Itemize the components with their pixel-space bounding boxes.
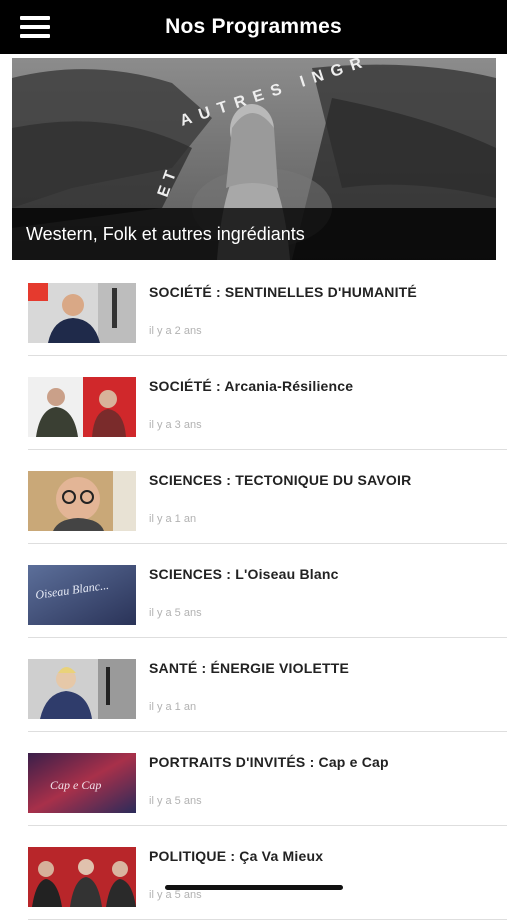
program-thumbnail (28, 659, 136, 719)
program-time: il y a 1 an (149, 513, 197, 525)
featured-program-banner[interactable]: AUTRES INGR ET Western, Folk et autres i… (12, 58, 496, 260)
program-title: SOCIÉTÉ : Arcania-Résilience (149, 378, 354, 394)
program-time: il y a 5 ans (149, 607, 202, 619)
banner-caption-bar: Western, Folk et autres ingrédiants (12, 208, 496, 260)
program-time: il y a 5 ans (149, 795, 202, 807)
program-time: il y a 1 an (149, 701, 197, 713)
program-time: il y a 3 ans (149, 419, 202, 431)
thumbnail-text: Cap e Cap (50, 778, 101, 792)
program-title: SCIENCES : TECTONIQUE DU SAVOIR (149, 472, 412, 488)
program-time: il y a 2 ans (149, 325, 202, 337)
program-row[interactable]: SOCIÉTÉ : Arcania-Résilience il y a 3 an… (28, 356, 507, 450)
program-row[interactable]: SOCIÉTÉ : SENTINELLES D'HUMANITÉ il y a … (28, 262, 507, 356)
program-thumbnail (28, 471, 136, 531)
program-time: il y a 5 ans (149, 889, 202, 901)
program-row[interactable]: POLITIQUE : Ça Va Mieux il y a 5 ans (28, 826, 507, 920)
program-title: POLITIQUE : Ça Va Mieux (149, 848, 324, 864)
program-list: SOCIÉTÉ : SENTINELLES D'HUMANITÉ il y a … (0, 262, 507, 920)
home-indicator[interactable] (165, 885, 343, 890)
program-row[interactable]: Oiseau Blanc... SCIENCES : L'Oiseau Blan… (28, 544, 507, 638)
top-app-bar: Nos Programmes (0, 0, 507, 54)
page-title: Nos Programmes (165, 15, 342, 38)
hamburger-menu-icon[interactable] (20, 16, 50, 38)
banner-caption: Western, Folk et autres ingrédiants (26, 223, 305, 244)
program-row[interactable]: SANTÉ : ÉNERGIE VIOLETTE il y a 1 an (28, 638, 507, 732)
program-title: PORTRAITS D'INVITÉS : Cap e Cap (149, 754, 389, 770)
program-thumbnail (28, 283, 136, 343)
program-thumbnail (28, 847, 136, 907)
program-thumbnail: Cap e Cap (28, 753, 136, 813)
program-thumbnail (28, 377, 136, 437)
program-title: SANTÉ : ÉNERGIE VIOLETTE (149, 660, 350, 676)
program-thumbnail: Oiseau Blanc... (28, 565, 136, 625)
program-title: SCIENCES : L'Oiseau Blanc (149, 566, 339, 582)
program-row[interactable]: SCIENCES : TECTONIQUE DU SAVOIR il y a 1… (28, 450, 507, 544)
program-row[interactable]: Cap e Cap PORTRAITS D'INVITÉS : Cap e Ca… (28, 732, 507, 826)
program-title: SOCIÉTÉ : SENTINELLES D'HUMANITÉ (149, 284, 417, 300)
